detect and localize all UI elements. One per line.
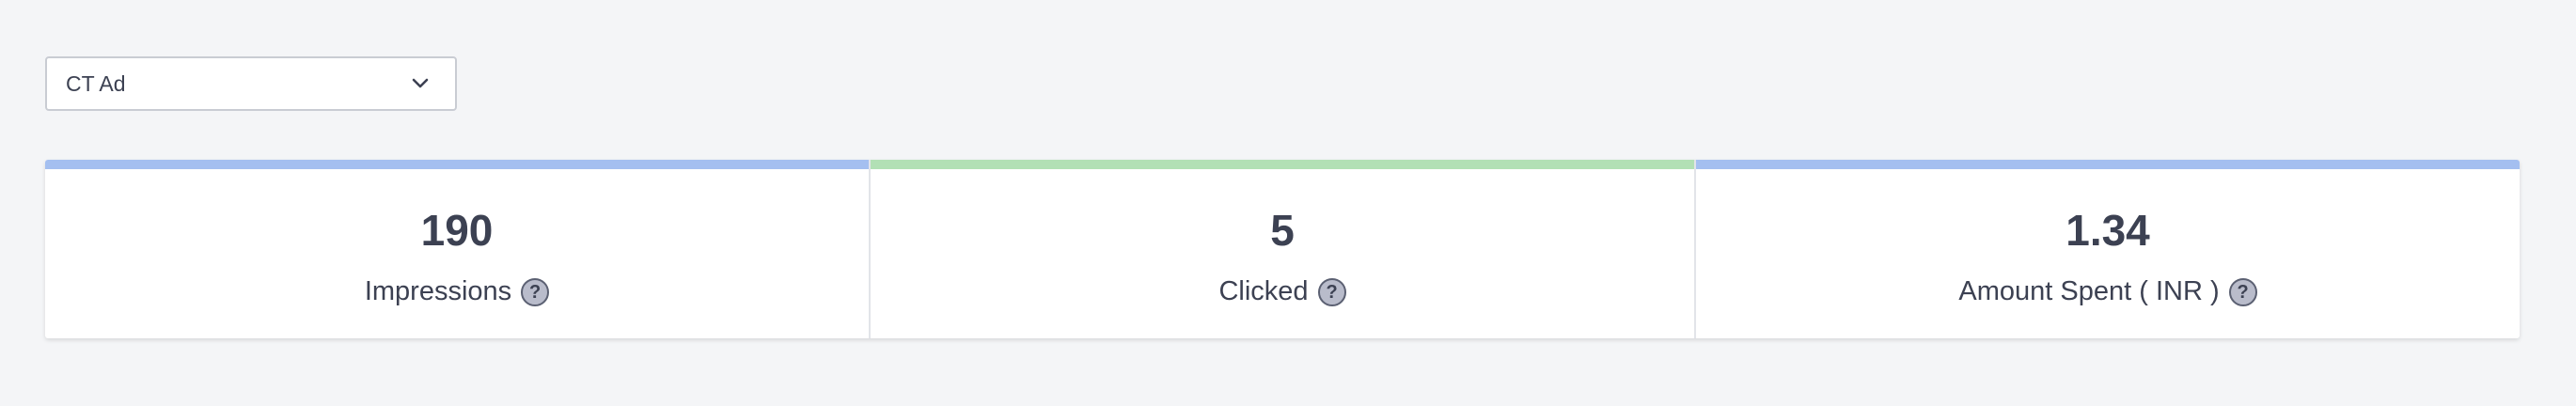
campaign-select[interactable]: CT Ad xyxy=(45,56,457,111)
stat-value: 1.34 xyxy=(2066,206,2150,255)
stat-label-row: Impressions ? xyxy=(364,276,550,307)
question-circle-icon[interactable]: ? xyxy=(1317,277,1346,306)
stat-card-impressions: 190 Impressions ? xyxy=(45,160,869,338)
stat-accent-bar xyxy=(871,160,1694,169)
stat-value: 5 xyxy=(1270,206,1295,255)
question-circle-icon[interactable]: ? xyxy=(2228,277,2257,306)
stat-accent-bar xyxy=(45,160,869,169)
stat-accent-bar xyxy=(1696,160,2520,169)
question-circle-icon[interactable]: ? xyxy=(521,277,550,306)
stat-card-amount-spent: 1.34 Amount Spent ( INR ) ? xyxy=(1694,160,2520,338)
stat-label: Amount Spent ( INR ) xyxy=(1958,276,2220,306)
stat-card-clicked: 5 Clicked ? xyxy=(869,160,1694,338)
stat-value: 190 xyxy=(420,206,494,255)
chevron-down-icon xyxy=(410,73,431,94)
stat-label-row: Clicked ? xyxy=(1218,276,1346,307)
stat-label: Impressions xyxy=(364,276,512,306)
stat-label: Clicked xyxy=(1218,276,1309,306)
stats-panel: 190 Impressions ? 5 Clicked ? 1.34 Amoun… xyxy=(45,160,2520,338)
campaign-select-value: CT Ad xyxy=(66,70,126,96)
stat-label-row: Amount Spent ( INR ) ? xyxy=(1958,276,2257,307)
